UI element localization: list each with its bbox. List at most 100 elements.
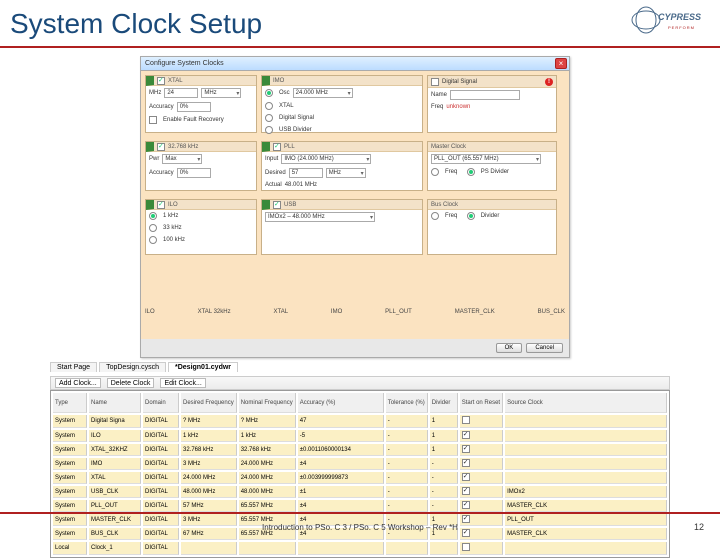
panel-master: Master Clock PLL_OUT (65.557 MHz) Freq P… — [427, 141, 557, 191]
col-start[interactable]: Start on Reset — [460, 393, 503, 413]
ilo-enable-check[interactable] — [157, 201, 165, 209]
xtal-acc-input[interactable]: 0% — [177, 102, 211, 112]
dsig-enable-check[interactable] — [431, 78, 439, 86]
cell-tol: - — [386, 458, 428, 470]
master-src-dd[interactable]: PLL_OUT (65.557 MHz) — [431, 154, 541, 164]
col-divider[interactable]: Divider — [430, 393, 458, 413]
table-row[interactable]: SystemILODIGITAL1 kHz1 kHz-5-1 — [53, 430, 667, 442]
add-clock-button[interactable]: Add Clock... — [55, 378, 101, 388]
xtal-fault-check[interactable] — [149, 116, 157, 124]
32k-enable-check[interactable] — [157, 143, 165, 151]
cell-name: XTAL — [89, 472, 141, 484]
cell-div: 1 — [430, 430, 458, 442]
cell-start[interactable] — [460, 472, 503, 484]
xtal-unit-dd[interactable]: MHz — [201, 88, 241, 98]
table-row[interactable]: LocalClock_1DIGITAL — [53, 542, 667, 555]
dsig-freq-value: unknown — [446, 104, 470, 110]
table-row[interactable]: SystemPLL_OUTDIGITAL57 MHz65.557 MHz±4--… — [53, 500, 667, 512]
master-freq-radio[interactable] — [431, 168, 439, 176]
cell-des: 57 MHz — [181, 500, 237, 512]
cell-domain: DIGITAL — [143, 444, 179, 456]
panel-xtal: XTAL MHz 24 MHz Accuracy 0% Enable Fault… — [145, 75, 257, 133]
tab-start[interactable]: Start Page — [50, 362, 97, 372]
bus-div-radio[interactable] — [467, 212, 475, 220]
delete-clock-button[interactable]: Delete Clock — [107, 378, 155, 388]
master-div-radio[interactable] — [467, 168, 475, 176]
start-checkbox[interactable] — [462, 543, 470, 551]
cell-domain: DIGITAL — [143, 472, 179, 484]
ok-button[interactable]: OK — [496, 343, 523, 353]
table-row[interactable]: SystemDigital SignaDIGITAL? MHz? MHz47-1 — [53, 415, 667, 428]
imo-osc-dd[interactable]: 24.000 MHz — [293, 88, 353, 98]
start-checkbox[interactable] — [462, 501, 470, 509]
dsig-name-input[interactable] — [450, 90, 520, 100]
error-icon: ! — [545, 78, 553, 86]
clock-config-dialog: Configure System Clocks × XTAL MHz 24 MH… — [140, 56, 570, 358]
32k-pwr-dd[interactable]: Max — [162, 154, 202, 164]
cell-start[interactable] — [460, 415, 503, 428]
cell-start[interactable] — [460, 542, 503, 555]
xtal-freq-input[interactable]: 24 — [164, 88, 198, 98]
col-tolerance[interactable]: Tolerance (%) — [386, 393, 428, 413]
xtal-enable-check[interactable] — [157, 77, 165, 85]
col-source[interactable]: Source Clock — [505, 393, 667, 413]
tab-topdesign[interactable]: TopDesign.cysch — [99, 362, 166, 372]
imo-osc-radio[interactable] — [265, 89, 273, 97]
start-checkbox[interactable] — [462, 416, 470, 424]
cell-src: IMOx2 — [505, 486, 667, 498]
start-checkbox[interactable] — [462, 445, 470, 453]
start-checkbox[interactable] — [462, 431, 470, 439]
tab-cydwr[interactable]: *Design01.cydwr — [168, 362, 238, 372]
table-row[interactable]: SystemXTALDIGITAL24.000 MHz24.000 MHz±0.… — [53, 472, 667, 484]
cell-start[interactable] — [460, 444, 503, 456]
panel-imo: IMO Osc 24.000 MHz XTAL Digital Signal U… — [261, 75, 423, 133]
start-checkbox[interactable] — [462, 473, 470, 481]
col-accuracy[interactable]: Accuracy (%) — [298, 393, 384, 413]
32k-acc-input[interactable]: 0% — [177, 168, 211, 178]
table-row[interactable]: SystemIMODIGITAL3 MHz24.000 MHz±4-- — [53, 458, 667, 470]
ilo-33k-radio[interactable] — [149, 224, 157, 232]
col-desired[interactable]: Desired Frequency — [181, 393, 237, 413]
close-icon[interactable]: × — [555, 58, 567, 69]
cancel-button[interactable]: Cancel — [526, 343, 563, 353]
pll-input-dd[interactable]: IMO (24.000 MHz) — [281, 154, 371, 164]
pll-enable-check[interactable] — [273, 143, 281, 151]
cell-type: System — [53, 472, 87, 484]
start-checkbox[interactable] — [462, 459, 470, 467]
table-row[interactable]: SystemUSB_CLKDIGITAL48.000 MHz48.000 MHz… — [53, 486, 667, 498]
cell-name: USB_CLK — [89, 486, 141, 498]
imo-xtal-radio[interactable] — [265, 102, 273, 110]
ilo-1k-radio[interactable] — [149, 212, 157, 220]
pll-actual-value: 48.001 MHz — [285, 182, 317, 188]
slide-footer: Introduction to PSo. C 3 / PSo. C 5 Work… — [0, 523, 720, 532]
usb-src-dd[interactable]: IMOx2 – 48.000 MHz — [265, 212, 375, 222]
start-checkbox[interactable] — [462, 487, 470, 495]
cell-des: 32.768 kHz — [181, 444, 237, 456]
cell-start[interactable] — [460, 458, 503, 470]
col-type[interactable]: Type — [53, 393, 87, 413]
imo-dsig-radio[interactable] — [265, 114, 273, 122]
edit-clock-button[interactable]: Edit Clock... — [160, 378, 205, 388]
dialog-titlebar[interactable]: Configure System Clocks × — [141, 57, 569, 71]
col-nominal[interactable]: Nominal Frequency — [239, 393, 296, 413]
cell-nom — [239, 542, 296, 555]
panel-ilo: ILO 1 kHz 33 kHz 100 kHz — [145, 199, 257, 255]
cell-name: PLL_OUT — [89, 500, 141, 512]
imo-usb-radio[interactable] — [265, 126, 273, 134]
cell-start[interactable] — [460, 500, 503, 512]
ilo-100k-radio[interactable] — [149, 236, 157, 244]
cell-des: 24.000 MHz — [181, 472, 237, 484]
col-name[interactable]: Name — [89, 393, 141, 413]
pll-unit-dd[interactable]: MHz — [326, 168, 366, 178]
start-checkbox[interactable] — [462, 515, 470, 523]
usb-enable-check[interactable] — [273, 201, 281, 209]
cell-src — [505, 458, 667, 470]
table-row[interactable]: SystemXTAL_32KHZDIGITAL32.768 kHz32.768 … — [53, 444, 667, 456]
bus-freq-radio[interactable] — [431, 212, 439, 220]
pll-desired-input[interactable]: 57 — [289, 168, 323, 178]
panel-32k: 32.768 kHz Pwr Max Accuracy 0% — [145, 141, 257, 191]
cell-start[interactable] — [460, 430, 503, 442]
cell-nom: 24.000 MHz — [239, 458, 296, 470]
col-domain[interactable]: Domain — [143, 393, 179, 413]
cell-start[interactable] — [460, 486, 503, 498]
